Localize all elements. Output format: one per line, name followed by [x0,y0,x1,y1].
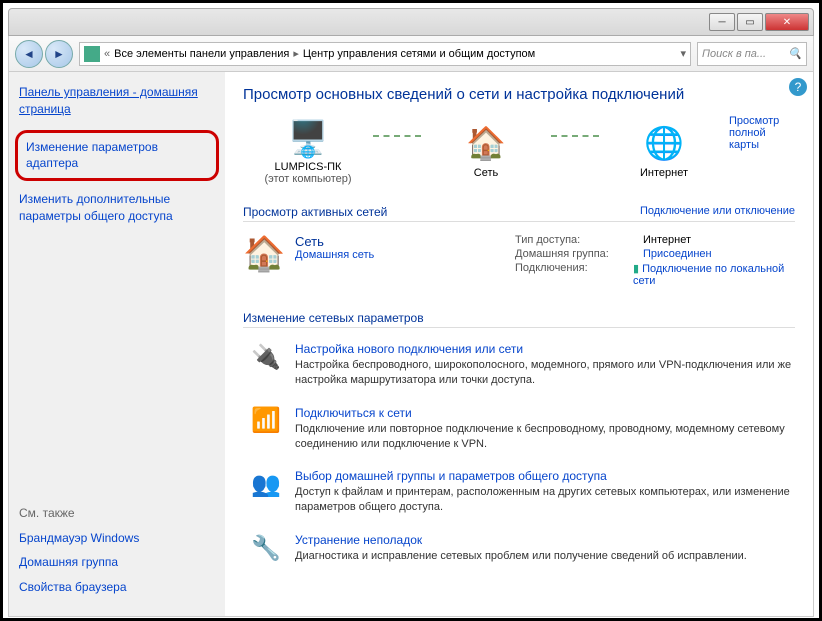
task-title-link[interactable]: Устранение неполадок [295,533,747,547]
seealso-firewall[interactable]: Брандмауэр Windows [19,530,215,547]
search-input[interactable]: Поиск в па... 🔍 [697,42,807,66]
homegroup-label: Домашняя группа: [515,248,635,260]
navbar: ◄ ► « Все элементы панели управления ▸ Ц… [8,36,814,72]
signal-icon: ▮ [633,263,639,275]
close-button[interactable]: ✕ [765,13,809,31]
access-label: Тип доступа: [515,234,635,246]
node-network: 🏠 Сеть [421,121,551,179]
active-hdr-text: Просмотр активных сетей [243,205,387,219]
task-desc: Подключение или повторное подключение к … [295,422,795,452]
sidebar-sharing-link[interactable]: Изменить дополнительные параметры общего… [19,191,215,225]
sidebar: Панель управления - домашняя страница Из… [9,72,225,616]
task-item: 🔌 Настройка нового подключения или сети … [243,332,795,396]
chevron-right-icon: ▸ [293,47,299,60]
seealso-header: См. также [19,506,215,520]
forward-button[interactable]: ► [45,40,73,68]
network-name: Сеть [295,234,374,249]
window: ─ ▭ ✕ ◄ ► « Все элементы панели управлен… [0,0,822,621]
breadcrumb[interactable]: « Все элементы панели управления ▸ Центр… [79,42,691,66]
inet-label: Интернет [640,167,688,179]
chevron-icon: « [104,48,110,60]
net-label: Сеть [474,167,498,179]
troubleshoot-icon: 🔧 [251,533,281,563]
sidebar-adapter-link[interactable]: Изменение параметров адаптера [26,139,208,173]
task-item: 📶 Подключиться к сети Подключение или по… [243,396,795,460]
network-map: 🖥️ 🌐 LUMPICS-ПК (этот компьютер) 🏠 Сеть … [243,115,729,185]
access-value: Интернет [643,234,691,246]
seealso-homegroup[interactable]: Домашняя группа [19,554,215,571]
homegroup-link[interactable]: Присоединен [643,248,712,260]
highlight-box: Изменение параметров адаптера [15,130,219,182]
minimize-button[interactable]: ─ [709,13,735,31]
task-desc: Диагностика и исправление сетевых пробле… [295,549,747,564]
network-type-link[interactable]: Домашняя сеть [295,249,374,261]
active-network-details: Тип доступа: Интернет Домашняя группа: П… [515,234,795,289]
maximize-button[interactable]: ▭ [737,13,763,31]
connection-line [551,135,599,137]
task-desc: Настройка беспроводного, широкополосного… [295,358,795,388]
connection-line [373,135,421,137]
titlebar: ─ ▭ ✕ [8,8,814,36]
body: Панель управления - домашняя страница Из… [8,72,814,617]
task-title-link[interactable]: Выбор домашней группы и параметров общег… [295,469,795,483]
fullmap-link[interactable]: Просмотр полной карты [729,115,795,151]
node-internet: 🌐 Интернет [599,121,729,179]
task-title-link[interactable]: Подключиться к сети [295,406,795,420]
breadcrumb-root[interactable]: Все элементы панели управления [114,48,289,60]
tasks-list: 🔌 Настройка нового подключения или сети … [243,332,795,572]
control-panel-icon [84,46,100,62]
homegroup-settings-icon: 👥 [251,469,281,499]
active-network-left: 🏠 Сеть Домашняя сеть [243,234,503,289]
pc-sub: (этот компьютер) [264,173,351,185]
netmap-pc-overlay-icon: 🌐 [301,145,316,159]
search-placeholder: Поиск в па... [702,48,766,60]
connect-disconnect-link[interactable]: Подключение или отключение [640,205,795,219]
pc-name: LUMPICS-ПК [275,161,342,173]
seealso-browser[interactable]: Свойства браузера [19,579,215,596]
change-hdr-text: Изменение сетевых параметров [243,311,424,325]
task-title-link[interactable]: Настройка нового подключения или сети [295,342,795,356]
search-icon: 🔍 [788,47,802,60]
active-network-text: Сеть Домашняя сеть [295,234,374,289]
new-connection-icon: 🔌 [251,342,281,372]
task-desc: Доступ к файлам и принтерам, расположенн… [295,485,795,515]
connection-value: Подключение по локальной сети [633,263,784,287]
change-settings-header: Изменение сетевых параметров [243,311,795,328]
house-icon: 🏠 [464,121,508,165]
breadcrumb-current[interactable]: Центр управления сетями и общим доступом [303,48,535,60]
home-network-icon: 🏠 [243,234,285,276]
active-networks-header: Просмотр активных сетей Подключение или … [243,205,795,222]
back-button[interactable]: ◄ [15,40,43,68]
page-title: Просмотр основных сведений о сети и наст… [243,86,795,103]
task-item: 🔧 Устранение неполадок Диагностика и исп… [243,523,795,572]
network-map-row: 🖥️ 🌐 LUMPICS-ПК (этот компьютер) 🏠 Сеть … [243,115,795,191]
active-network: 🏠 Сеть Домашняя сеть Тип доступа: Интерн… [243,226,795,297]
connection-label: Подключения: [515,262,625,287]
sidebar-footer: См. также Брандмауэр Windows Домашняя гр… [19,506,215,604]
connect-network-icon: 📶 [251,406,281,436]
help-icon[interactable]: ? [789,78,807,96]
connection-link[interactable]: ▮ Подключение по локальной сети [633,262,795,287]
task-item: 👥 Выбор домашней группы и параметров общ… [243,459,795,523]
node-pc: 🖥️ 🌐 LUMPICS-ПК (этот компьютер) [243,115,373,185]
sidebar-home-link[interactable]: Панель управления - домашняя страница [19,84,215,118]
nav-arrows: ◄ ► [15,40,73,68]
breadcrumb-dropdown[interactable]: ▾ [680,47,686,60]
content: ? Просмотр основных сведений о сети и на… [225,72,813,616]
globe-icon: 🌐 [642,121,686,165]
